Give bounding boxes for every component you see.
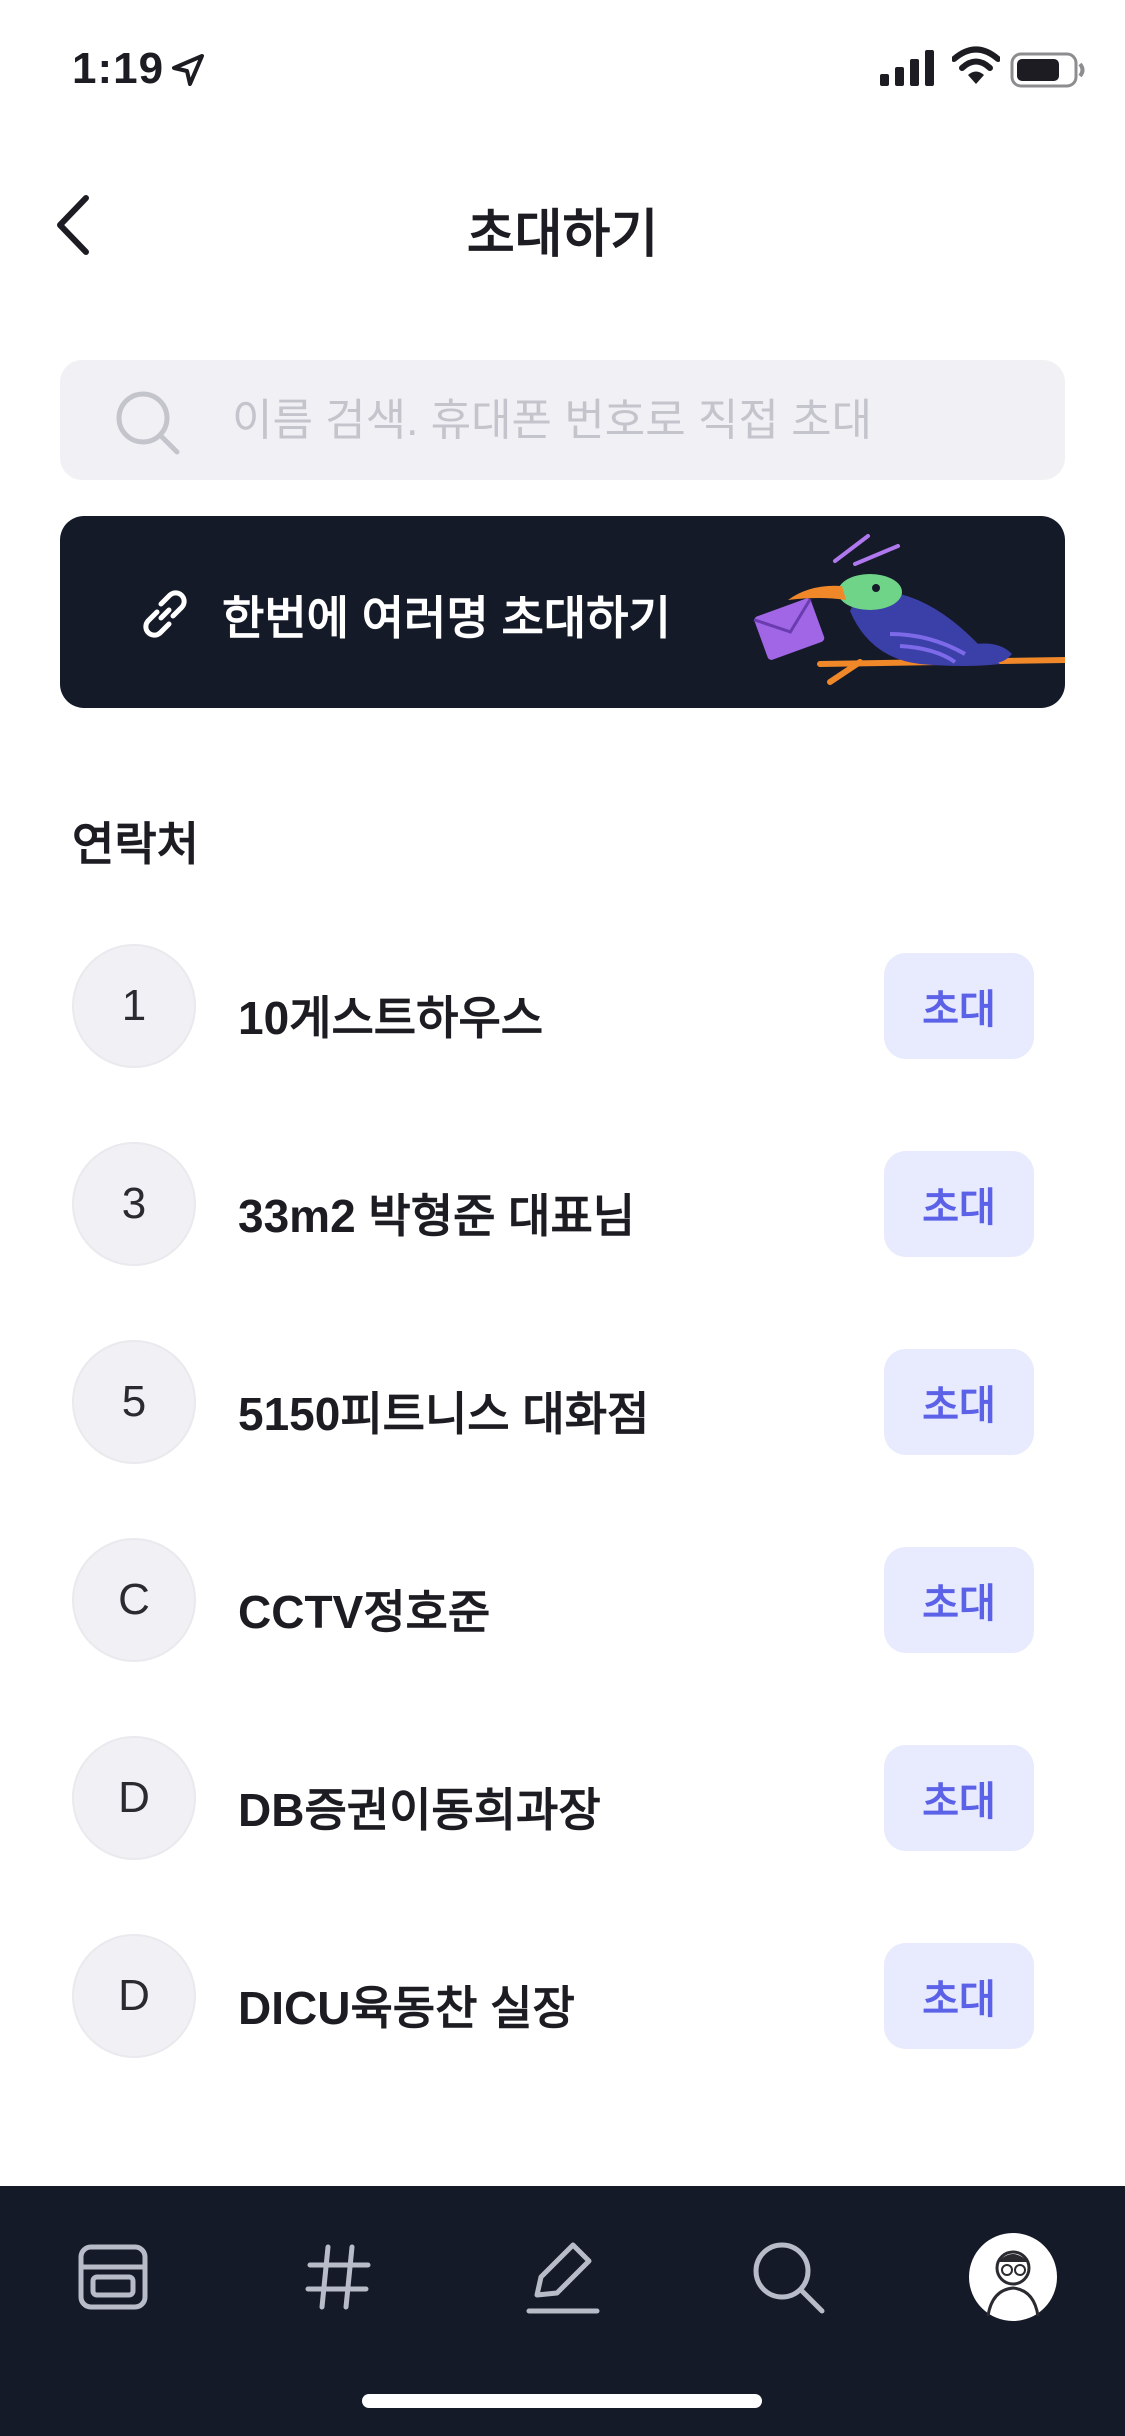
status-time: 1:19 <box>72 44 165 93</box>
contact-row: D DICU육동찬 실장 초대 <box>0 1934 1125 2132</box>
tab-feed[interactable] <box>68 2232 158 2322</box>
search-input[interactable] <box>230 380 1034 462</box>
tab-profile[interactable] <box>968 2232 1058 2322</box>
tab-write[interactable] <box>518 2232 608 2322</box>
write-icon <box>526 2242 600 2314</box>
contact-name: CCTV정호준 <box>238 1586 491 1638</box>
contact-row: 3 33m2 박형준 대표님 초대 <box>0 1142 1125 1340</box>
search-icon <box>753 2242 825 2314</box>
link-icon <box>143 590 187 638</box>
tab-hashtag[interactable] <box>293 2232 383 2322</box>
contact-initial-avatar: D <box>72 1736 196 1860</box>
search-icon <box>116 391 180 455</box>
contact-row: 1 10게스트하우스 초대 <box>0 944 1125 1142</box>
contact-initial-avatar: D <box>72 1934 196 2058</box>
contact-name: 5150피트니스 대화점 <box>238 1388 650 1440</box>
profile-avatar <box>969 2233 1057 2321</box>
invite-button[interactable]: 초대 <box>884 1151 1034 1257</box>
invite-button[interactable]: 초대 <box>884 1745 1034 1851</box>
search-bar[interactable] <box>60 360 1065 480</box>
contact-row: D DB증권이동희과장 초대 <box>0 1736 1125 1934</box>
contact-name: 10게스트하우스 <box>238 992 544 1044</box>
bulk-invite-label: 한번에 여러명 초대하기 <box>222 592 671 644</box>
invite-button[interactable]: 초대 <box>884 1943 1034 2049</box>
feed-icon <box>78 2244 148 2310</box>
contact-initial-avatar: C <box>72 1538 196 1662</box>
contact-name: DB증권이동희과장 <box>238 1784 601 1836</box>
contact-row: 5 5150피트니스 대화점 초대 <box>0 1340 1125 1538</box>
hashtag-icon <box>305 2244 371 2310</box>
home-indicator <box>362 2394 762 2408</box>
contact-initial-avatar: 5 <box>72 1340 196 1464</box>
nav-header: 초대하기 <box>0 170 1125 280</box>
contact-initial-avatar: 1 <box>72 944 196 1068</box>
bulk-invite-banner[interactable]: 한번에 여러명 초대하기 <box>60 516 1065 708</box>
contact-initial-avatar: 3 <box>72 1142 196 1266</box>
page-title: 초대하기 <box>466 206 659 264</box>
tab-search[interactable] <box>743 2232 833 2322</box>
wifi-icon <box>952 46 1000 84</box>
status-bar: 1:19 <box>0 0 1125 140</box>
invite-button[interactable]: 초대 <box>884 1547 1034 1653</box>
contact-name: DICU육동찬 실장 <box>238 1982 575 2034</box>
contact-row: C CCTV정호준 초대 <box>0 1538 1125 1736</box>
contact-name: 33m2 박형준 대표님 <box>238 1190 636 1242</box>
invite-button[interactable]: 초대 <box>884 953 1034 1059</box>
contacts-section-title: 연락처 <box>72 818 199 870</box>
battery-icon <box>1010 52 1085 88</box>
invite-button[interactable]: 초대 <box>884 1349 1034 1455</box>
cellular-signal-icon <box>880 50 934 86</box>
location-arrow-icon <box>172 54 204 86</box>
bird-illustration <box>753 534 1065 685</box>
